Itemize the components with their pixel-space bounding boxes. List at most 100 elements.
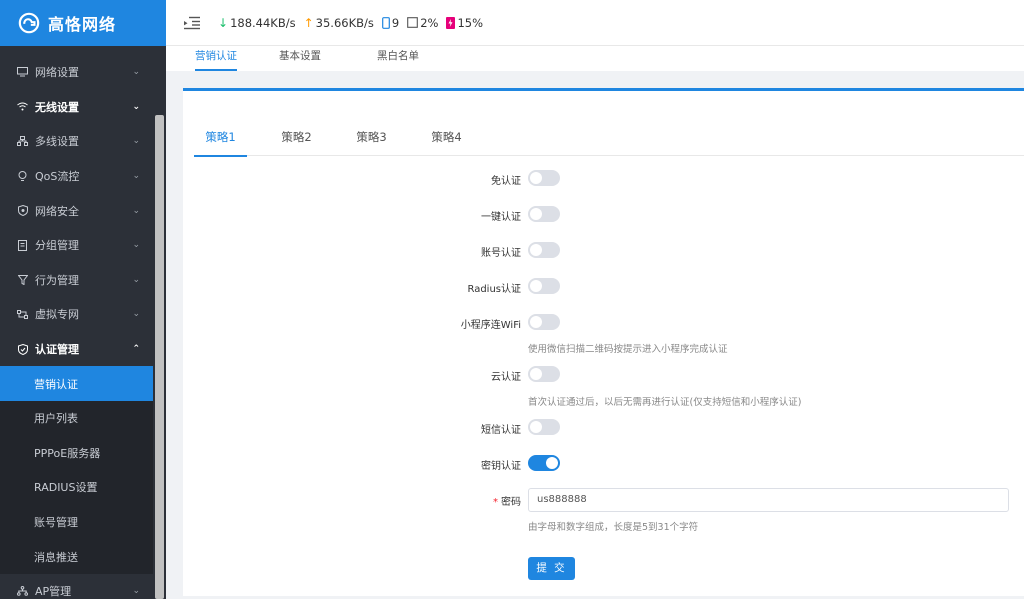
cloud-logo-icon bbox=[18, 12, 40, 34]
memory-icon bbox=[446, 16, 456, 29]
sidebar-item-label: 认证管理 bbox=[35, 343, 79, 357]
sms-auth-label: 短信认证 bbox=[481, 425, 521, 436]
sidebar-subitem-label: 账号管理 bbox=[34, 516, 78, 530]
sidebar-item-behavior-management[interactable]: 行为管理 ⌄ bbox=[0, 263, 153, 298]
sidebar-subitem-account-management[interactable]: 账号管理 bbox=[0, 504, 153, 540]
logo[interactable]: 高恪网络 bbox=[0, 0, 166, 46]
miniprogram-hint: 使用微信扫描二维码按提示进入小程序完成认证 bbox=[528, 344, 728, 355]
sidebar-item-label: 分组管理 bbox=[35, 239, 79, 253]
account-auth-label: 账号认证 bbox=[481, 248, 521, 259]
account-auth-toggle[interactable] bbox=[528, 242, 560, 258]
free-auth-toggle[interactable] bbox=[528, 170, 560, 186]
upload-speed-value: 35.66KB/s bbox=[315, 15, 374, 30]
sidebar-item-network-security[interactable]: 网络安全 ⌄ bbox=[0, 193, 153, 228]
toggle-knob bbox=[530, 244, 542, 256]
document-icon bbox=[17, 239, 28, 251]
tab-marketing-auth[interactable]: 营销认证 bbox=[179, 46, 253, 71]
sidebar-item-label: 无线设置 bbox=[35, 100, 79, 114]
vpn-icon bbox=[17, 309, 28, 320]
tab-strategy-2[interactable]: 策略2 bbox=[259, 121, 334, 156]
auth-settings-card: 策略1 策略2 策略3 策略4 免认证 一键认证 账号认证 Radius认证 小… bbox=[183, 88, 1024, 596]
sidebar-item-label: 多线设置 bbox=[35, 135, 79, 149]
sidebar-item-network-settings[interactable]: 网络设置 ⌄ bbox=[0, 55, 153, 90]
arrow-up-icon: ↑ bbox=[303, 15, 314, 30]
form-row-key: 密钥认证 bbox=[183, 455, 1024, 475]
chevron-down-icon: ⌄ bbox=[132, 136, 140, 147]
sidebar-subitem-label: 营销认证 bbox=[34, 377, 78, 391]
sidebar-item-label: 行为管理 bbox=[35, 273, 79, 287]
cpu-icon bbox=[407, 17, 419, 28]
submit-button[interactable]: 提 交 bbox=[528, 557, 575, 580]
sms-auth-toggle[interactable] bbox=[528, 419, 560, 435]
shield-check-icon bbox=[17, 343, 28, 355]
sidebar-item-vpn[interactable]: 虚拟专网 ⌄ bbox=[0, 297, 153, 332]
sidebar-scrollbar-thumb[interactable] bbox=[155, 115, 164, 599]
password-hint: 由字母和数字组成，长度是5到31个字符 bbox=[528, 522, 699, 533]
cpu-usage: 2% bbox=[407, 16, 438, 30]
form-row-one-click: 一键认证 bbox=[183, 206, 1024, 226]
sidebar-item-label: AP管理 bbox=[35, 585, 72, 599]
miniprogram-wifi-toggle[interactable] bbox=[528, 314, 560, 330]
chevron-down-icon: ⌄ bbox=[132, 67, 140, 78]
form-row-sms: 短信认证 bbox=[183, 419, 1024, 439]
sidebar-menu: 网络设置 ⌄ 无线设置 ⌄ 多线设置 ⌄ QoS流控 ⌄ 网络安全 ⌄ 分组管理… bbox=[0, 55, 153, 599]
free-auth-label: 免认证 bbox=[491, 176, 521, 187]
form-row-free-auth: 免认证 bbox=[183, 170, 1024, 190]
page-tabs: 营销认证 基本设置 黑白名单 bbox=[166, 46, 1024, 71]
sidebar-item-qos[interactable]: QoS流控 ⌄ bbox=[0, 159, 153, 194]
menu-fold-icon[interactable] bbox=[184, 16, 200, 30]
sidebar-subitem-pppoe-server[interactable]: PPPoE服务器 bbox=[0, 435, 153, 471]
network-icon bbox=[17, 136, 28, 147]
sidebar-subitem-radius-settings[interactable]: RADIUS设置 bbox=[0, 470, 153, 505]
sidebar-item-wireless-settings[interactable]: 无线设置 ⌄ bbox=[0, 90, 153, 125]
sidebar-item-label: 网络设置 bbox=[35, 66, 79, 80]
chevron-down-icon: ⌄ bbox=[132, 205, 140, 216]
sidebar: 高恪网络 网络设置 ⌄ 无线设置 ⌄ 多线设置 ⌄ QoS流控 ⌄ 网络安全 ⌄… bbox=[0, 0, 166, 599]
cloud-auth-label: 云认证 bbox=[491, 372, 521, 383]
key-auth-toggle[interactable] bbox=[528, 455, 560, 471]
sidebar-subitem-label: RADIUS设置 bbox=[34, 481, 98, 495]
password-input[interactable]: us888888 bbox=[528, 488, 1009, 512]
toggle-knob bbox=[530, 172, 542, 184]
tab-basic-settings[interactable]: 基本设置 bbox=[263, 46, 337, 71]
filter-icon bbox=[17, 274, 28, 285]
device-count: 9 bbox=[381, 15, 400, 30]
toggle-knob bbox=[530, 280, 542, 292]
download-speed-value: 188.44KB/s bbox=[230, 15, 296, 30]
sidebar-subitem-user-list[interactable]: 用户列表 bbox=[0, 400, 153, 436]
cloud-auth-hint: 首次认证通过后，以后无需再进行认证(仅支持短信和小程序认证) bbox=[528, 397, 802, 408]
sidebar-item-auth-management[interactable]: 认证管理 ⌃ bbox=[0, 332, 153, 367]
toggle-knob bbox=[530, 316, 542, 328]
sidebar-item-group-management[interactable]: 分组管理 ⌄ bbox=[0, 228, 153, 263]
sidebar-item-ap-management[interactable]: AP管理 ⌄ bbox=[0, 574, 153, 599]
tab-strategy-4[interactable]: 策略4 bbox=[409, 121, 484, 156]
required-mark: * bbox=[493, 497, 498, 508]
chevron-down-icon: ⌄ bbox=[132, 101, 140, 112]
cloud-auth-toggle[interactable] bbox=[528, 366, 560, 382]
phone-icon bbox=[381, 16, 390, 29]
one-click-auth-toggle[interactable] bbox=[528, 206, 560, 222]
app-title: 高恪网络 bbox=[48, 15, 117, 34]
wifi-icon bbox=[17, 101, 28, 112]
device-count-value: 9 bbox=[391, 15, 400, 30]
toggle-knob bbox=[530, 421, 542, 433]
form-row-radius: Radius认证 bbox=[183, 278, 1024, 298]
tab-black-white-list[interactable]: 黑白名单 bbox=[361, 46, 435, 71]
form-row-miniprogram: 小程序连WiFi bbox=[183, 314, 1024, 334]
chevron-down-icon: ⌄ bbox=[132, 171, 140, 182]
upload-speed: ↑ 35.66KB/s bbox=[304, 16, 374, 30]
radius-auth-toggle[interactable] bbox=[528, 278, 560, 294]
toggle-knob bbox=[530, 208, 542, 220]
tab-strategy-3[interactable]: 策略3 bbox=[334, 121, 409, 156]
chevron-down-icon: ⌄ bbox=[132, 309, 140, 320]
sidebar-item-multiline-settings[interactable]: 多线设置 ⌄ bbox=[0, 124, 153, 159]
sidebar-subitem-label: 用户列表 bbox=[34, 412, 78, 426]
tab-strategy-1[interactable]: 策略1 bbox=[194, 121, 247, 157]
sitemap-icon bbox=[17, 586, 28, 597]
key-auth-label: 密钥认证 bbox=[481, 461, 521, 472]
password-label-text: 密码 bbox=[501, 497, 521, 508]
top-bar: ↓ 188.44KB/s ↑ 35.66KB/s 9 2% 15% bbox=[166, 0, 1024, 46]
chevron-down-icon: ⌄ bbox=[132, 240, 140, 251]
sidebar-subitem-message-push[interactable]: 消息推送 bbox=[0, 539, 153, 574]
sidebar-subitem-marketing-auth[interactable]: 营销认证 bbox=[0, 366, 153, 401]
